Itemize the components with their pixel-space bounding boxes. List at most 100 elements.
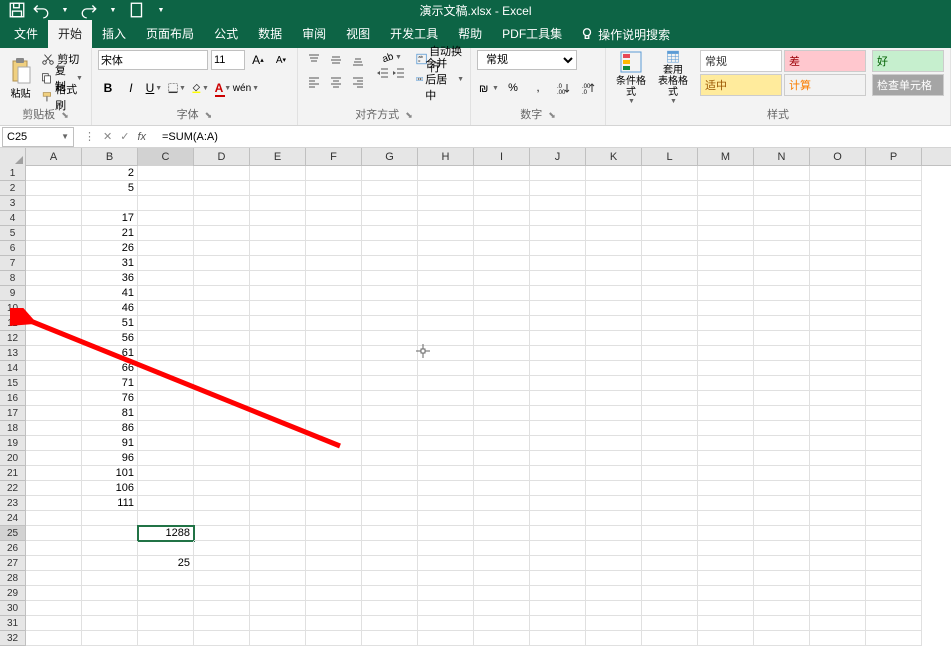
cell-O32[interactable] [810, 631, 866, 646]
cell-A12[interactable] [26, 331, 82, 346]
cell-A30[interactable] [26, 601, 82, 616]
cell-N10[interactable] [754, 301, 810, 316]
tab-view[interactable]: 视图 [336, 20, 380, 48]
cell-O27[interactable] [810, 556, 866, 571]
cell-F21[interactable] [306, 466, 362, 481]
cell-E9[interactable] [250, 286, 306, 301]
cell-B29[interactable] [82, 586, 138, 601]
cell-G25[interactable] [362, 526, 418, 541]
row-header-26[interactable]: 26 [0, 541, 26, 556]
cell-J26[interactable] [530, 541, 586, 556]
cell-G26[interactable] [362, 541, 418, 556]
tell-me-search[interactable]: 操作说明搜索 [580, 26, 670, 43]
cell-E17[interactable] [250, 406, 306, 421]
cell-J7[interactable] [530, 256, 586, 271]
italic-button[interactable]: I [121, 78, 141, 98]
cell-I24[interactable] [474, 511, 530, 526]
select-all-button[interactable] [0, 148, 26, 166]
cell-L13[interactable] [642, 346, 698, 361]
cell-N1[interactable] [754, 166, 810, 181]
cell-D7[interactable] [194, 256, 250, 271]
cell-K11[interactable] [586, 316, 642, 331]
column-header-B[interactable]: B [82, 148, 138, 166]
cell-I26[interactable] [474, 541, 530, 556]
cell-K13[interactable] [586, 346, 642, 361]
cell-O24[interactable] [810, 511, 866, 526]
row-header-16[interactable]: 16 [0, 391, 26, 406]
cell-F9[interactable] [306, 286, 362, 301]
cell-K28[interactable] [586, 571, 642, 586]
cell-J17[interactable] [530, 406, 586, 421]
cell-I17[interactable] [474, 406, 530, 421]
cell-E25[interactable] [250, 526, 306, 541]
cell-B2[interactable]: 5 [82, 181, 138, 196]
cell-M14[interactable] [698, 361, 754, 376]
cell-C29[interactable] [138, 586, 194, 601]
cell-F25[interactable] [306, 526, 362, 541]
cell-J11[interactable] [530, 316, 586, 331]
cell-C5[interactable] [138, 226, 194, 241]
column-header-G[interactable]: G [362, 148, 418, 166]
cell-E19[interactable] [250, 436, 306, 451]
redo-button[interactable] [80, 1, 98, 19]
cell-F12[interactable] [306, 331, 362, 346]
cell-J32[interactable] [530, 631, 586, 646]
cell-K5[interactable] [586, 226, 642, 241]
cell-P30[interactable] [866, 601, 922, 616]
cell-K18[interactable] [586, 421, 642, 436]
cell-C15[interactable] [138, 376, 194, 391]
cell-D13[interactable] [194, 346, 250, 361]
underline-button[interactable]: U▼ [144, 78, 164, 98]
cell-H13[interactable] [418, 346, 474, 361]
cell-L24[interactable] [642, 511, 698, 526]
cell-C30[interactable] [138, 601, 194, 616]
cell-O13[interactable] [810, 346, 866, 361]
cell-P16[interactable] [866, 391, 922, 406]
cell-E11[interactable] [250, 316, 306, 331]
cell-H21[interactable] [418, 466, 474, 481]
cell-G9[interactable] [362, 286, 418, 301]
cell-H2[interactable] [418, 181, 474, 196]
cell-E31[interactable] [250, 616, 306, 631]
cell-B20[interactable]: 96 [82, 451, 138, 466]
cell-H12[interactable] [418, 331, 474, 346]
cell-E3[interactable] [250, 196, 306, 211]
cell-H8[interactable] [418, 271, 474, 286]
cell-F31[interactable] [306, 616, 362, 631]
cell-L29[interactable] [642, 586, 698, 601]
cell-L22[interactable] [642, 481, 698, 496]
cell-A23[interactable] [26, 496, 82, 511]
cell-G5[interactable] [362, 226, 418, 241]
cell-D12[interactable] [194, 331, 250, 346]
cell-A3[interactable] [26, 196, 82, 211]
cell-E4[interactable] [250, 211, 306, 226]
cell-K17[interactable] [586, 406, 642, 421]
cell-P11[interactable] [866, 316, 922, 331]
cell-N26[interactable] [754, 541, 810, 556]
cell-F18[interactable] [306, 421, 362, 436]
cell-E20[interactable] [250, 451, 306, 466]
cell-I11[interactable] [474, 316, 530, 331]
cell-H26[interactable] [418, 541, 474, 556]
row-header-12[interactable]: 12 [0, 331, 26, 346]
cell-B6[interactable]: 26 [82, 241, 138, 256]
cell-A1[interactable] [26, 166, 82, 181]
merge-center-button[interactable]: 合并后居中▼ [416, 70, 464, 88]
cell-K26[interactable] [586, 541, 642, 556]
cell-E12[interactable] [250, 331, 306, 346]
cell-P22[interactable] [866, 481, 922, 496]
cell-I16[interactable] [474, 391, 530, 406]
cell-J3[interactable] [530, 196, 586, 211]
cell-A9[interactable] [26, 286, 82, 301]
cell-P25[interactable] [866, 526, 922, 541]
cell-J9[interactable] [530, 286, 586, 301]
cell-M13[interactable] [698, 346, 754, 361]
style-calc[interactable]: 计算 [784, 74, 866, 96]
cell-A29[interactable] [26, 586, 82, 601]
cell-B31[interactable] [82, 616, 138, 631]
cell-P14[interactable] [866, 361, 922, 376]
cell-K12[interactable] [586, 331, 642, 346]
cell-M7[interactable] [698, 256, 754, 271]
cell-J5[interactable] [530, 226, 586, 241]
cell-N25[interactable] [754, 526, 810, 541]
